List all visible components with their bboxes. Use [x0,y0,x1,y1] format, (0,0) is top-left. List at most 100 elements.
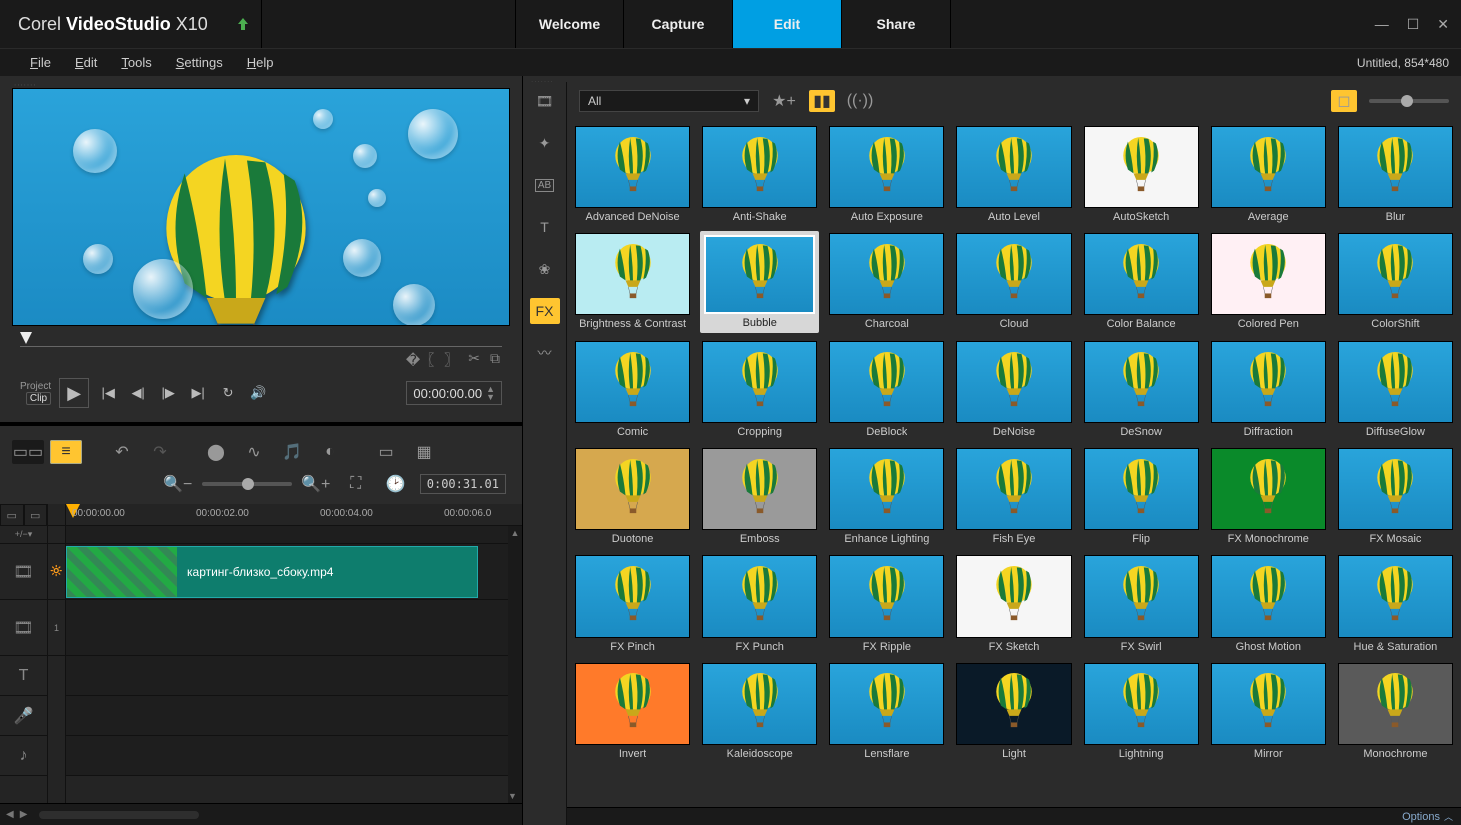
split-clip-icon[interactable]: ✂ [468,350,480,370]
fx-item[interactable]: Monochrome [1336,661,1455,762]
fx-item[interactable]: Lightning [1082,661,1201,762]
instant-project-icon[interactable]: ✦ [530,130,560,156]
fx-item[interactable]: Duotone [573,446,692,547]
go-start-button[interactable]: |◀ [97,382,119,404]
fx-item[interactable]: FX Pinch [573,553,692,654]
fx-item[interactable]: Color Balance [1082,231,1201,333]
mark-in-icon[interactable]: �〖 [406,350,434,370]
fx-item[interactable]: Advanced DeNoise [573,124,692,225]
fit-project-button[interactable]: ⛶ [340,472,372,496]
fullscreen-preview-icon[interactable]: ⧉ [490,350,500,370]
path-category-icon[interactable]: 〰 [530,340,560,366]
fx-item[interactable]: Enhance Lighting [827,446,946,547]
close-button[interactable]: ✕ [1437,16,1449,33]
fx-item[interactable]: Mirror [1209,661,1328,762]
timeline-view-button[interactable]: ≡ [50,440,82,464]
menu-help[interactable]: Help [235,51,286,74]
fx-item[interactable]: Auto Level [954,124,1073,225]
fx-item[interactable]: ColorShift [1336,231,1455,333]
track-lock-video[interactable]: 🔆 [48,544,65,600]
redo-button[interactable]: ↷ [144,440,176,464]
transition-category-icon[interactable]: AB [530,172,560,198]
graphic-category-icon[interactable]: ❀ [530,256,560,282]
menu-tools[interactable]: Tools [109,51,163,74]
fx-item[interactable]: AutoSketch [1082,124,1201,225]
mode-tab-capture[interactable]: Capture [624,0,733,48]
voice-track-lane[interactable] [66,696,522,736]
fx-item[interactable]: Hue & Saturation [1336,553,1455,654]
undo-button[interactable]: ↶ [106,440,138,464]
thumbnail-view-icon[interactable]: ◻ [1331,90,1357,112]
fx-item[interactable]: FX Ripple [827,553,946,654]
prev-frame-button[interactable]: ◀| [127,382,149,404]
fx-item[interactable]: Cropping [700,339,819,440]
scroll-left-button[interactable]: ◀ [6,809,14,820]
menu-file[interactable]: File [18,51,63,74]
audio-mixer-button[interactable]: ∿ [238,440,270,464]
add-track-button[interactable]: +/−▾ [0,526,47,544]
media-category-icon[interactable]: 🎞 [530,88,560,114]
title-category-icon[interactable]: T [530,214,560,240]
zoom-slider[interactable] [202,482,292,486]
overlay-track-icon[interactable]: 🎞 [0,600,47,656]
fx-item[interactable]: Comic [573,339,692,440]
mode-tab-share[interactable]: Share [842,0,951,48]
timeline-vscrollbar[interactable]: ▲▼ [508,526,522,803]
auto-music-button[interactable]: 🎵 [276,440,308,464]
title-track-icon[interactable]: T [0,656,47,696]
fx-item[interactable]: Bubble [700,231,819,333]
fx-item[interactable]: Brightness & Contrast [573,231,692,333]
volume-button[interactable]: 🔊 [247,382,269,404]
fx-item[interactable]: Anti-Shake [700,124,819,225]
options-panel-toggle[interactable]: Options︿ [567,807,1461,825]
fx-item[interactable]: Diffraction [1209,339,1328,440]
fx-item[interactable]: Colored Pen [1209,231,1328,333]
play-button[interactable]: ▶ [59,378,89,408]
minimize-button[interactable]: — [1375,16,1389,33]
music-track-icon[interactable]: ♪ [0,736,47,776]
upload-icon[interactable] [226,0,262,48]
scrub-head-icon[interactable] [20,332,32,344]
thumbnail-size-slider[interactable] [1369,99,1449,103]
preview-viewport[interactable] [12,88,510,326]
music-track-lane[interactable] [66,736,522,776]
fx-item[interactable]: Flip [1082,446,1201,547]
subtitle-editor-button[interactable]: ▭ [370,440,402,464]
menu-edit[interactable]: Edit [63,51,109,74]
show-video-filter-icon[interactable]: ▮▮ [809,90,835,112]
fx-item[interactable]: Ghost Motion [1209,553,1328,654]
timecode-display[interactable]: 00:00:00.00 ▲▼ [406,381,502,405]
go-end-button[interactable]: ▶| [187,382,209,404]
fx-item[interactable]: Average [1209,124,1328,225]
fx-item[interactable]: Lensflare [827,661,946,762]
fx-item[interactable]: FX Punch [700,553,819,654]
scroll-right-button[interactable]: ▶ [20,809,28,820]
fx-item[interactable]: DeBlock [827,339,946,440]
filter-category-icon[interactable]: FX [530,298,560,324]
gallery-filter-dropdown[interactable]: All▾ [579,90,759,112]
overlay-track-lane[interactable] [66,600,522,656]
playback-mode-label[interactable]: Project Clip [20,381,51,405]
title-track-lane[interactable] [66,656,522,696]
track-toggle-b[interactable]: ▭ [24,504,48,526]
fx-item[interactable]: FX Monochrome [1209,446,1328,547]
motion-tracking-button[interactable]: ◐ [314,440,346,464]
repeat-button[interactable]: ↻ [217,382,239,404]
timeline-ruler[interactable]: 00:00:00.00 00:00:02.00 00:00:04.00 00:0… [66,504,522,526]
fx-item[interactable]: Light [954,661,1073,762]
fx-item[interactable]: Emboss [700,446,819,547]
fx-item[interactable]: DeSnow [1082,339,1201,440]
fx-item[interactable]: DiffuseGlow [1336,339,1455,440]
mode-tab-edit[interactable]: Edit [733,0,842,48]
video-track-icon[interactable]: 🎞 [0,544,47,600]
fx-item[interactable]: Fish Eye [954,446,1073,547]
maximize-button[interactable]: ☐ [1407,16,1420,33]
fx-item[interactable]: Charcoal [827,231,946,333]
show-audio-filter-icon[interactable]: ((·)) [847,90,873,112]
fx-item[interactable]: Invert [573,661,692,762]
fx-item[interactable]: Kaleidoscope [700,661,819,762]
mark-out-icon[interactable]: 〗 [444,350,458,370]
fx-item[interactable]: Auto Exposure [827,124,946,225]
record-button[interactable]: ⬤ [200,440,232,464]
mode-tab-welcome[interactable]: Welcome [515,0,624,48]
